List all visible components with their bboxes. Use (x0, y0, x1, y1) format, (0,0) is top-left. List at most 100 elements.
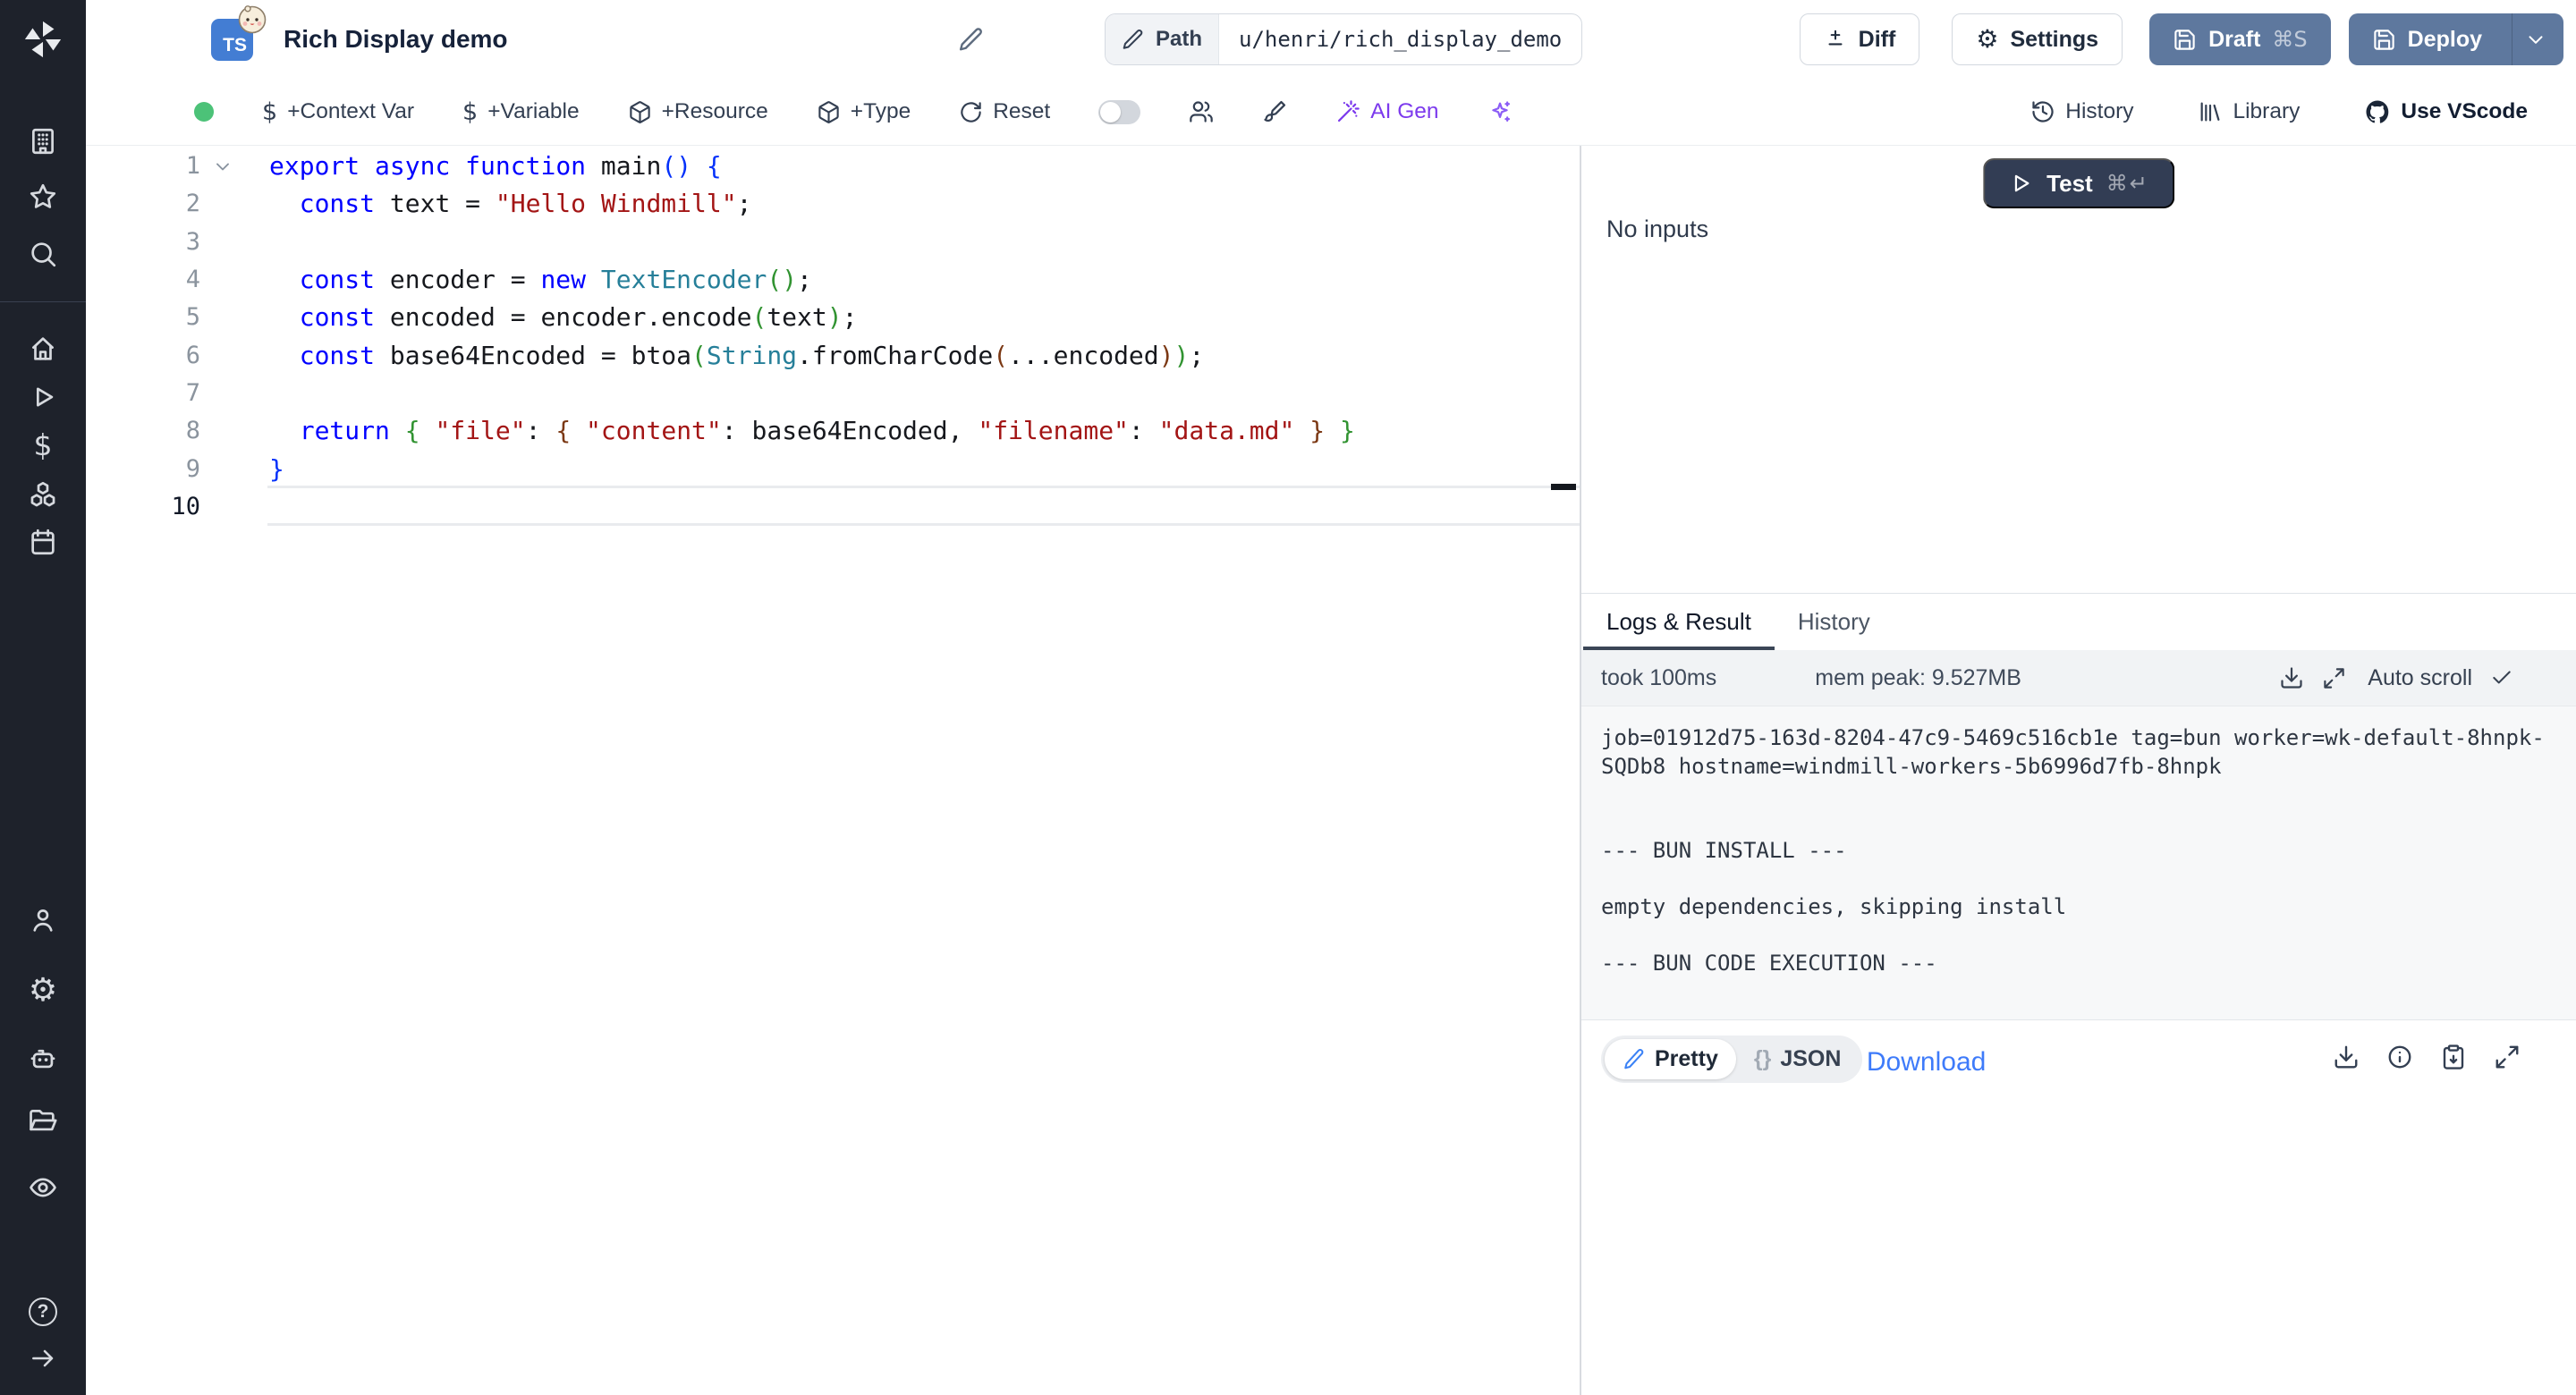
code-editor[interactable]: 1export async function main() {2 const t… (86, 146, 1580, 1395)
diff-button[interactable]: Diff (1800, 13, 1920, 65)
diff-icon (1824, 28, 1847, 51)
variables-dollar-icon[interactable]: $ (27, 428, 59, 461)
typescript-badge-label: TS (223, 35, 247, 56)
expand-logs-icon[interactable] (2322, 666, 2346, 690)
deploy-button[interactable]: Deploy (2349, 13, 2563, 65)
test-button[interactable]: Test ⌘↵ (1983, 158, 2174, 208)
save-icon (2173, 28, 2197, 52)
line-number: 4 (86, 261, 200, 299)
home-icon[interactable] (27, 333, 59, 365)
line-number: 6 (86, 337, 200, 375)
log-output[interactable]: job=01912d75-163d-8204-47c9-5469c516cb1e… (1581, 706, 2576, 1020)
workspace-building-icon[interactable] (27, 125, 59, 157)
magic-wand-icon (1335, 99, 1360, 124)
run-duration: took 100ms (1601, 665, 1716, 691)
line-number: 10 (86, 488, 200, 526)
chevron-down-icon[interactable] (2524, 28, 2547, 51)
audit-eye-icon[interactable] (27, 1171, 59, 1204)
use-vscode-button[interactable]: Use VScode (2364, 98, 2528, 125)
settings-button[interactable]: ⚙ Settings (1952, 13, 2123, 65)
check-icon[interactable] (2490, 666, 2513, 689)
add-variable-button[interactable]: $ +Variable (462, 98, 580, 126)
code-line[interactable]: export async function main() { (269, 148, 722, 185)
workers-robot-icon[interactable] (27, 1042, 59, 1074)
info-icon[interactable] (2386, 1044, 2413, 1070)
line-number: 2 (86, 185, 200, 223)
add-type-button[interactable]: +Type (817, 99, 911, 124)
tab-history[interactable]: History (1775, 594, 1894, 650)
expand-result-icon[interactable] (2494, 1044, 2521, 1070)
resources-boxes-icon[interactable] (27, 478, 59, 511)
draft-button[interactable]: Draft ⌘S (2149, 13, 2331, 65)
sparkles-icon[interactable] (1487, 99, 1513, 124)
code-line[interactable]: } (269, 451, 284, 488)
add-context-var-button[interactable]: $ +Context Var (262, 98, 414, 126)
page-title: Rich Display demo (284, 25, 508, 54)
download-result-icon[interactable] (2333, 1044, 2360, 1070)
play-icon (2008, 171, 2033, 196)
auto-scroll-label[interactable]: Auto scroll (2368, 665, 2472, 691)
bun-emoji-icon (235, 2, 269, 36)
path-value[interactable]: u/henri/rich_display_demo (1219, 14, 1581, 64)
github-icon (2364, 98, 2391, 125)
path-edit-button[interactable]: Path (1106, 14, 1219, 64)
inputs-section: Test ⌘↵ No inputs (1581, 146, 2576, 593)
ai-gen-button[interactable]: AI Gen (1335, 99, 1438, 124)
multiplayer-toggle[interactable] (1098, 100, 1140, 124)
pen-icon (1623, 1047, 1646, 1070)
history-button[interactable]: History (2030, 99, 2133, 124)
line-number: 9 (86, 451, 200, 488)
schedules-calendar-icon[interactable] (27, 526, 59, 558)
main-area: TS Rich Display demo (86, 0, 2576, 1395)
format-brush-icon[interactable] (1262, 99, 1287, 124)
line-number: 8 (86, 412, 200, 450)
code-line[interactable]: const encoded = encoder.encode(text); (269, 299, 857, 336)
clipboard-copy-icon[interactable] (2440, 1044, 2467, 1070)
overview-ruler-cursor-mark (1551, 484, 1576, 490)
json-view-button[interactable]: {} JSON (1736, 1039, 1860, 1079)
pencil-icon (1122, 28, 1145, 51)
braces-icon: {} (1754, 1046, 1771, 1072)
collapse-sidebar-arrow-icon[interactable] (27, 1342, 59, 1374)
code-line[interactable]: const text = "Hello Windmill"; (269, 185, 751, 223)
collaborators-users-icon[interactable] (1189, 99, 1214, 124)
result-tabs: Logs & Result History (1581, 593, 2576, 650)
result-view-switcher: Pretty {} JSON (1601, 1036, 1862, 1083)
runs-play-icon[interactable] (27, 381, 59, 413)
folders-icon[interactable] (27, 1104, 59, 1137)
code-line[interactable]: const base64Encoded = btoa(String.fromCh… (269, 337, 1204, 375)
topbar: TS Rich Display demo (86, 0, 2576, 79)
connection-status-dot (194, 102, 214, 122)
settings-gear-icon[interactable]: ⚙ (27, 975, 59, 1007)
edit-summary-pencil-icon[interactable] (958, 26, 985, 53)
reset-button[interactable]: Reset (959, 99, 1050, 124)
favorites-star-icon[interactable] (27, 181, 59, 213)
rich-result-download-link[interactable]: Download (1867, 1047, 1986, 1078)
code-line[interactable]: const encoder = new TextEncoder(); (269, 261, 812, 299)
run-status-bar: took 100ms mem peak: 9.527MB Auto scroll (1581, 650, 2576, 706)
path-label: Path (1156, 27, 1202, 52)
add-resource-button[interactable]: +Resource (628, 99, 768, 124)
refresh-icon (959, 100, 983, 124)
windmill-script-editor: $ ⚙ ? TS (0, 0, 2576, 1395)
script-path: Path u/henri/rich_display_demo (1105, 13, 1582, 65)
package-icon (628, 100, 652, 124)
dollar-icon: $ (462, 98, 478, 126)
library-button[interactable]: Library (2198, 99, 2300, 124)
fold-chevron-icon[interactable] (212, 156, 233, 177)
user-person-icon[interactable] (27, 904, 59, 936)
content-split: 1export async function main() {2 const t… (86, 145, 2576, 1395)
current-line-highlight (267, 486, 1580, 526)
search-icon[interactable] (27, 238, 59, 270)
history-clock-icon (2030, 99, 2055, 124)
pretty-view-button[interactable]: Pretty (1605, 1039, 1736, 1079)
code-line[interactable]: return { "file": { "content": base64Enco… (269, 412, 1355, 450)
library-icon (2198, 99, 2223, 124)
download-logs-icon[interactable] (2279, 665, 2304, 690)
help-icon[interactable]: ? (27, 1296, 59, 1328)
line-number: 5 (86, 299, 200, 336)
tab-logs-and-result[interactable]: Logs & Result (1583, 594, 1775, 650)
dollar-icon: $ (262, 98, 277, 126)
windmill-logo-icon[interactable] (22, 19, 64, 60)
test-shortcut: ⌘↵ (2106, 171, 2149, 196)
